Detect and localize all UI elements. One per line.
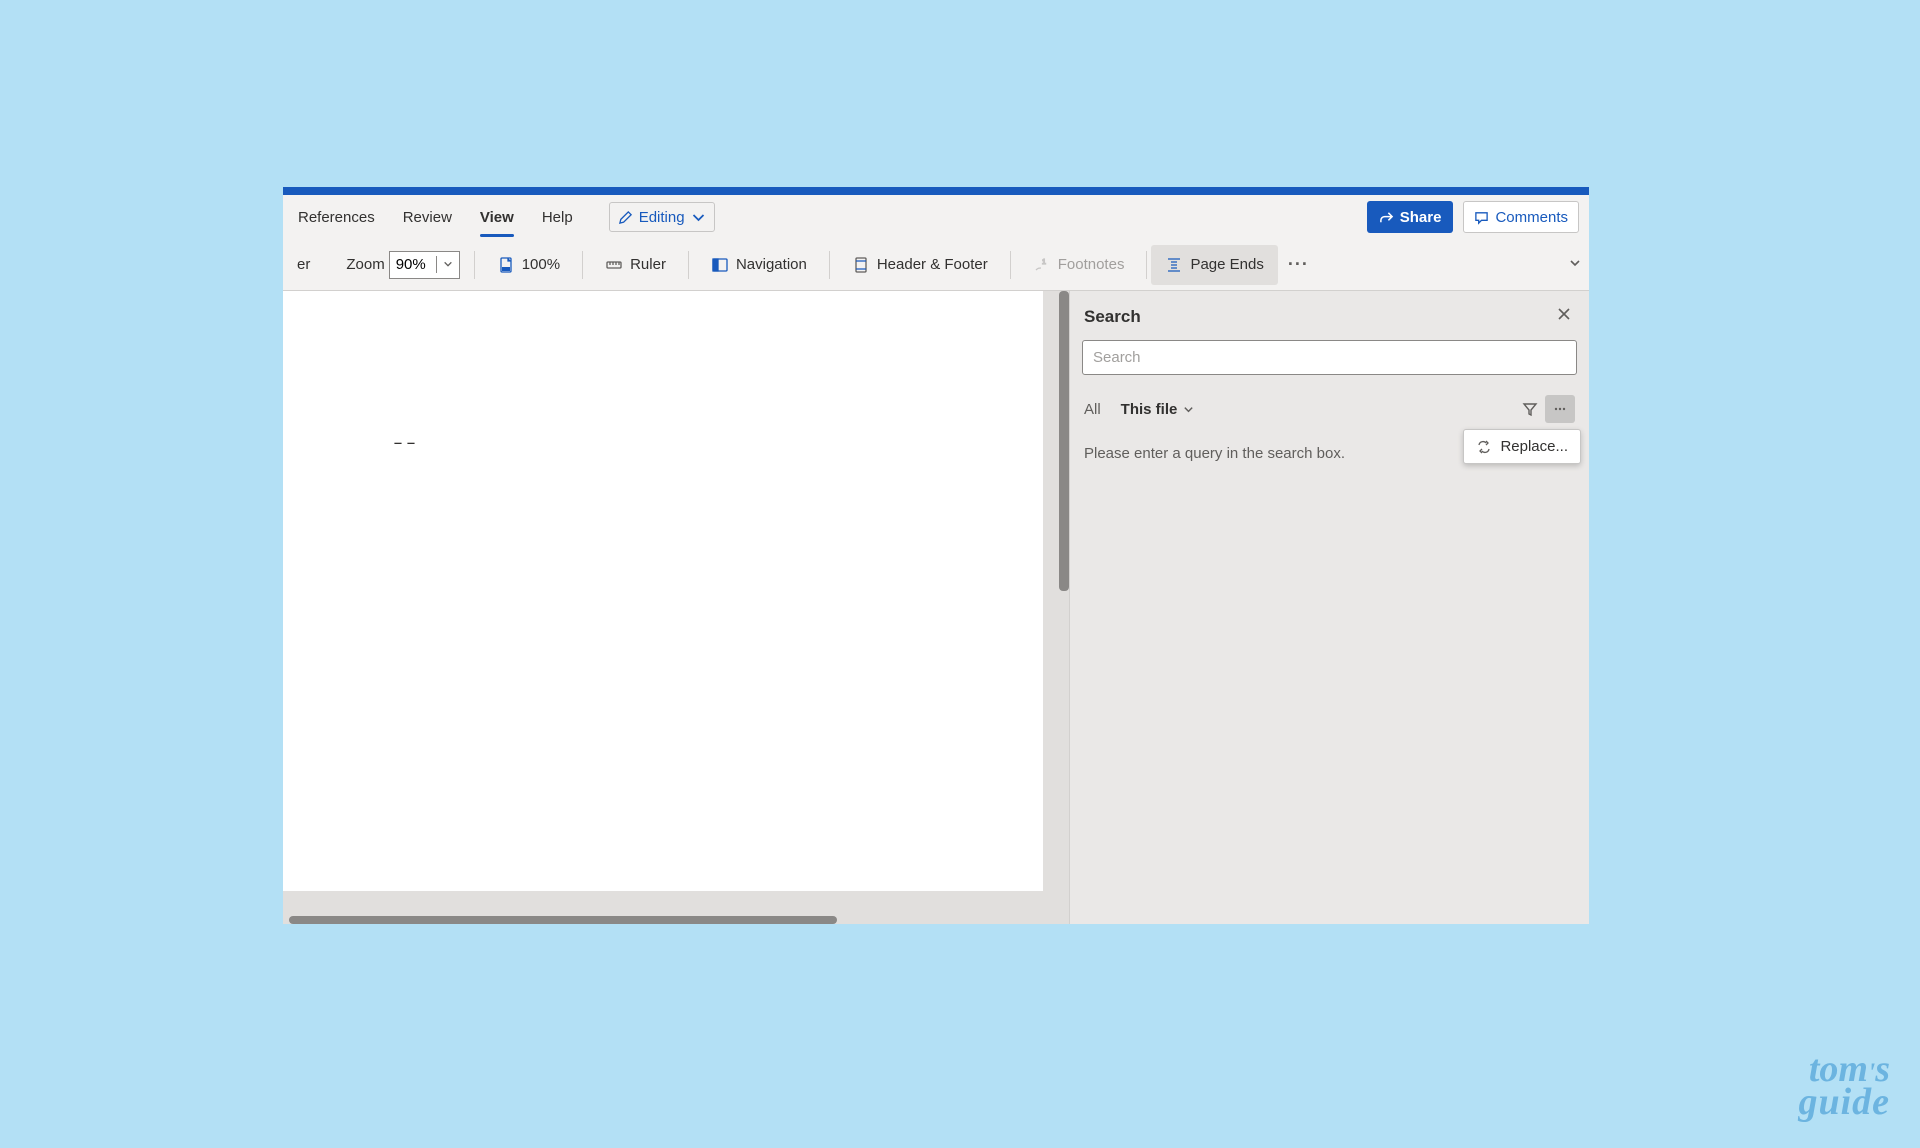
share-button[interactable]: Share (1367, 201, 1454, 233)
ruler-label: Ruler (630, 256, 666, 273)
filter-thisfile-label: This file (1121, 401, 1178, 418)
zoom-value: 90% (396, 256, 426, 273)
replace-menu-item[interactable]: Replace... (1463, 429, 1581, 464)
zoom-100-button[interactable]: 100% (489, 245, 568, 285)
close-search-button[interactable] (1553, 303, 1575, 330)
ribbon-tabs: References Review View Help Editing Shar… (283, 195, 1589, 239)
share-icon (1379, 210, 1394, 225)
separator (582, 251, 583, 279)
chevron-down-icon (691, 210, 706, 225)
zoom-select[interactable]: 90% (389, 251, 460, 279)
page-ends-button[interactable]: Page Ends (1151, 245, 1277, 285)
zoom-100-label: 100% (522, 256, 560, 273)
word-app-window: References Review View Help Editing Shar… (283, 187, 1589, 924)
search-filter-thisfile[interactable]: This file (1121, 401, 1195, 418)
horizontal-scrollbar[interactable] (289, 916, 837, 924)
tab-view[interactable]: View (466, 195, 528, 239)
vertical-scrollbar[interactable] (1059, 291, 1069, 591)
footnotes-icon: 1 (1033, 256, 1051, 274)
search-more-options-button[interactable] (1545, 395, 1575, 423)
filter-icon (1522, 401, 1538, 417)
separator (1146, 251, 1147, 279)
title-bar (283, 187, 1589, 195)
content-area: –– Search All This file (283, 291, 1589, 924)
document-page[interactable]: –– (283, 291, 1043, 891)
more-dots-icon (1552, 401, 1568, 417)
ruler-icon (605, 256, 623, 274)
close-icon (1557, 307, 1571, 321)
page-ends-icon (1165, 256, 1183, 274)
separator (1010, 251, 1011, 279)
document-text[interactable]: –– (393, 431, 419, 455)
replace-icon (1476, 439, 1492, 455)
ruler-button[interactable]: Ruler (597, 245, 674, 285)
document-pane[interactable]: –– (283, 291, 1069, 924)
navigation-button[interactable]: Navigation (703, 245, 815, 285)
editing-mode-dropdown[interactable]: Editing (609, 202, 715, 232)
search-filter-all[interactable]: All (1084, 401, 1101, 418)
pencil-icon (618, 210, 633, 225)
separator (688, 251, 689, 279)
separator (829, 251, 830, 279)
tab-help[interactable]: Help (528, 195, 587, 239)
share-label: Share (1400, 209, 1442, 226)
footnotes-label: Footnotes (1058, 256, 1125, 273)
navigation-icon (711, 256, 729, 274)
chevron-down-icon (436, 256, 453, 273)
collapse-ribbon-button[interactable] (1561, 252, 1589, 278)
comments-label: Comments (1495, 209, 1568, 226)
search-panel-title: Search (1084, 307, 1141, 327)
navigation-label: Navigation (736, 256, 807, 273)
more-options-button[interactable]: ··· (1278, 246, 1319, 283)
page-100-icon (497, 256, 515, 274)
chevron-down-icon (1183, 404, 1194, 415)
tab-references[interactable]: References (284, 195, 389, 239)
header-footer-icon (852, 256, 870, 274)
separator (474, 251, 475, 279)
search-panel: Search All This file (1069, 291, 1589, 924)
header-footer-label: Header & Footer (877, 256, 988, 273)
comment-icon (1474, 210, 1489, 225)
replace-label: Replace... (1500, 438, 1568, 455)
editing-label: Editing (639, 209, 685, 226)
footnotes-button: 1 Footnotes (1025, 245, 1133, 285)
toms-guide-watermark: tom's guide (1768, 1053, 1890, 1118)
filter-button[interactable] (1515, 395, 1545, 423)
comments-button[interactable]: Comments (1463, 201, 1579, 233)
svg-text:1: 1 (1042, 259, 1046, 266)
view-toolbar: er Zoom 90% 100% Ruler (283, 239, 1589, 291)
search-input[interactable] (1082, 340, 1577, 375)
tab-review[interactable]: Review (389, 195, 466, 239)
header-footer-button[interactable]: Header & Footer (844, 245, 996, 285)
zoom-label: Zoom (338, 245, 388, 285)
page-ends-label: Page Ends (1190, 256, 1263, 273)
toolbar-er-fragment[interactable]: er (297, 245, 318, 285)
